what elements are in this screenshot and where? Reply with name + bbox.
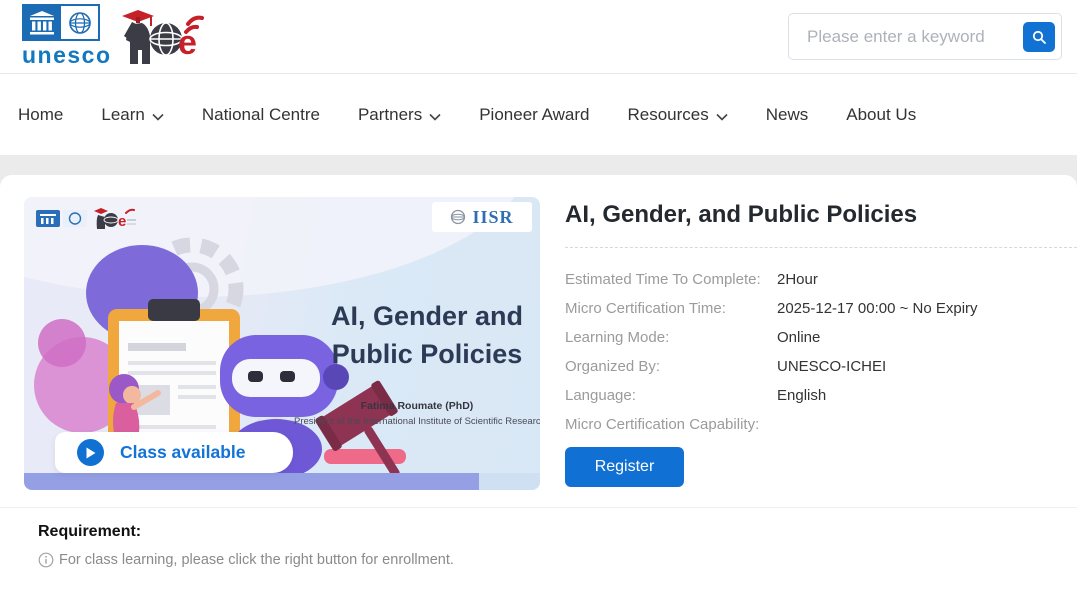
cover-mini-logos: e [36, 207, 137, 231]
search-box [788, 13, 1062, 60]
nav-item-learn[interactable]: Learn [101, 105, 163, 125]
nav-item-national-centre[interactable]: National Centre [202, 105, 320, 125]
page: unesco e [0, 0, 1077, 597]
nav-item-news[interactable]: News [766, 105, 809, 125]
course-cover[interactable]: e IISR AI, Ge [24, 197, 540, 490]
requirement-note: For class learning, please click the rig… [38, 552, 454, 568]
search-input[interactable] [789, 14, 1019, 59]
chevron-down-icon [716, 113, 728, 121]
site-header: unesco e [0, 0, 1077, 74]
register-button[interactable]: Register [565, 447, 684, 487]
info-label: Organized By: [565, 358, 777, 375]
requirement-section: Requirement: For class learning, please … [0, 507, 1077, 508]
info-icon [38, 552, 54, 568]
author-name: Fatima Roumate (PhD) [294, 400, 540, 412]
nav-item-home[interactable]: Home [18, 105, 63, 125]
info-row: Learning Mode: Online [565, 323, 1077, 352]
class-available-badge[interactable]: Class available [55, 432, 293, 473]
logo-group: unesco e [22, 4, 204, 75]
course-info-panel: AI, Gender, and Public Policies Estimate… [565, 175, 1077, 597]
main-card: e IISR AI, Ge [0, 175, 1077, 597]
nav-item-partners[interactable]: Partners [358, 105, 441, 125]
requirement-note-text: For class learning, please click the rig… [59, 552, 454, 568]
author-affiliation: President of the International Institute… [294, 416, 540, 427]
svg-text:e: e [118, 213, 126, 230]
info-value: 2025-12-17 00:00 ~ No Expiry [777, 300, 1077, 317]
unesco-wordmark: unesco [22, 42, 112, 69]
cover-author: Fatima Roumate (PhD) President of the In… [294, 400, 540, 427]
info-label: Micro Certification Time: [565, 300, 777, 317]
unesco-mini-logo [36, 210, 88, 228]
info-row: Estimated Time To Complete: 2Hour [565, 265, 1077, 294]
ichei-globe-icon [61, 4, 100, 41]
info-value: UNESCO-ICHEI [777, 358, 1077, 375]
search-icon [1032, 30, 1046, 44]
info-label: Learning Mode: [565, 329, 777, 346]
iisr-logo: IISR [432, 202, 532, 232]
chevron-down-icon [152, 113, 164, 121]
info-value: 2Hour [777, 271, 1077, 288]
info-value: English [777, 387, 1077, 404]
cover-title: AI, Gender and Public Policies [319, 297, 535, 373]
info-label: Language: [565, 387, 777, 404]
chevron-down-icon [429, 113, 441, 121]
unesco-logo[interactable]: unesco [22, 4, 112, 69]
iisr-wordmark: IISR [472, 207, 513, 228]
info-value: Online [777, 329, 1077, 346]
nav-item-pioneer-award[interactable]: Pioneer Award [479, 105, 589, 125]
info-row: Language: English [565, 381, 1077, 410]
ipoe-logo[interactable]: e [118, 6, 204, 75]
class-available-label: Class available [120, 442, 246, 463]
info-row: Micro Certification Time: 2025-12-17 00:… [565, 294, 1077, 323]
main-nav: Home Learn National Centre Partners Pion… [0, 75, 1077, 155]
divider [565, 247, 1077, 248]
search-button[interactable] [1023, 22, 1055, 52]
unesco-logo-squares [22, 4, 112, 41]
iisr-globe-icon [450, 209, 466, 225]
ipoe-mini-logo: e [93, 207, 137, 231]
nav-item-resources[interactable]: Resources [627, 105, 727, 125]
info-label: Estimated Time To Complete: [565, 271, 777, 288]
unesco-temple-icon [22, 4, 61, 41]
content-background: e IISR AI, Ge [0, 155, 1077, 597]
info-row: Organized By: UNESCO-ICHEI [565, 352, 1077, 381]
nav-item-about-us[interactable]: About Us [846, 105, 916, 125]
requirement-heading: Requirement: [38, 523, 141, 541]
play-icon [77, 439, 104, 466]
info-label: Micro Certification Capability: [565, 416, 777, 433]
course-info-rows: Estimated Time To Complete: 2Hour Micro … [565, 265, 1077, 439]
page-title: AI, Gender, and Public Policies [565, 201, 917, 229]
info-row: Micro Certification Capability: [565, 410, 1077, 439]
